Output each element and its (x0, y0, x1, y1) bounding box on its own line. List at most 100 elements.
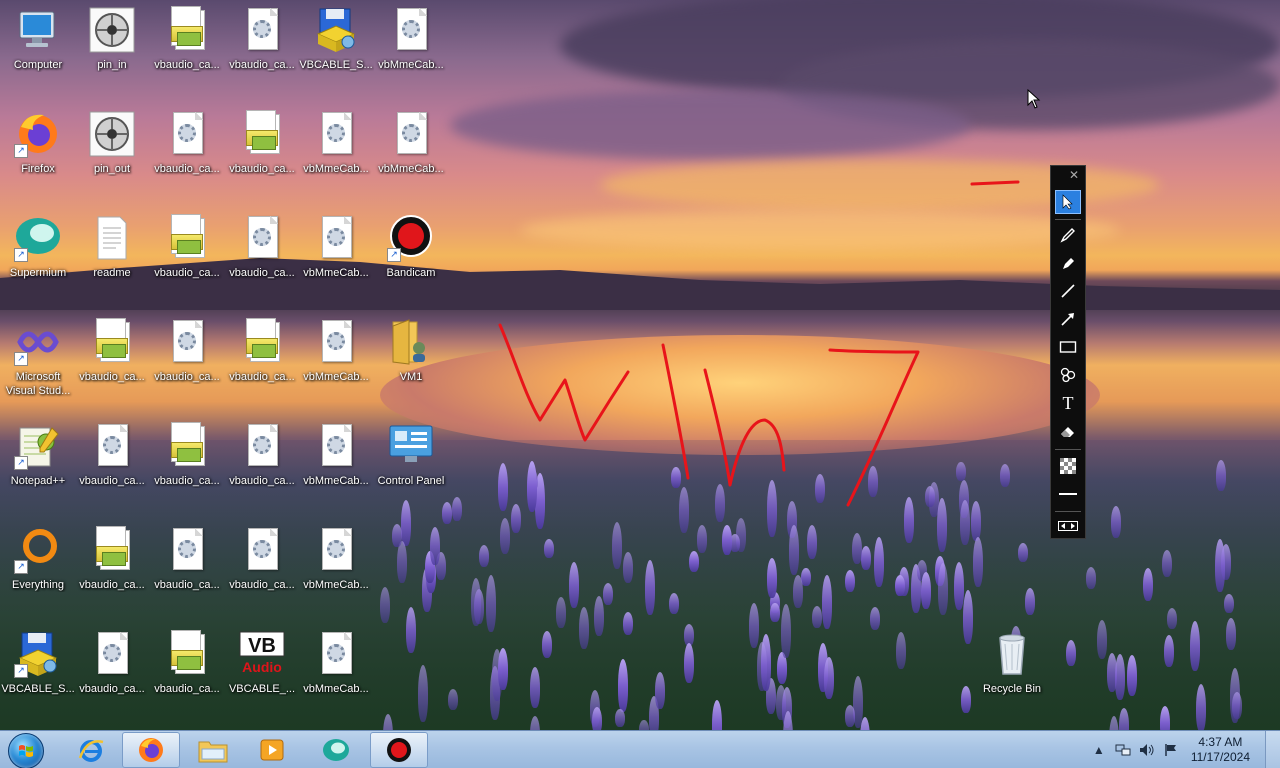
desktop-icon-vbaudio-ca[interactable]: vbaudio_ca... (149, 312, 225, 408)
desktop-icon-supermium[interactable]: ↗ Supermium (0, 208, 76, 304)
desktop-icon-vbcable-s[interactable]: ↗ VBCABLE_S... (0, 624, 76, 720)
start-button[interactable] (8, 733, 44, 768)
stack-icon (238, 110, 286, 158)
taskbar-firefox[interactable] (122, 732, 180, 768)
shortcut-arrow-icon: ↗ (14, 144, 28, 158)
eraser-icon[interactable] (1055, 419, 1081, 443)
computer-icon (14, 6, 62, 54)
desktop-icon-vbmmecab[interactable]: vbMmeCab... (373, 0, 449, 96)
system-tray: ▲ 4:37 AM 11/17/2024 (1091, 731, 1250, 768)
desktop-icon-vbaudio-ca[interactable]: vbaudio_ca... (149, 520, 225, 616)
desktop-icon-vbmmecab[interactable]: vbMmeCab... (298, 624, 374, 720)
arrow-icon[interactable] (1055, 307, 1081, 331)
shortcut-arrow-icon: ↗ (14, 560, 28, 574)
desktop-icon-label: Firefox (21, 163, 55, 175)
show-hidden-icons-icon[interactable]: ▲ (1091, 742, 1107, 758)
expand-icon[interactable] (1055, 514, 1081, 538)
desktop-icon-vbaudio-ca[interactable]: vbaudio_ca... (224, 104, 300, 200)
show-desktop-button[interactable] (1265, 731, 1280, 768)
desktop-icon-vbaudio-ca[interactable]: vbaudio_ca... (224, 520, 300, 616)
desktop-icon-vbmmecab[interactable]: vbMmeCab... (298, 104, 374, 200)
desktop-icon-label: vbaudio_ca... (154, 59, 220, 71)
gear-icon (238, 6, 286, 54)
desktop-icon-label: vbMmeCab... (303, 579, 369, 591)
desktop-icon-vbcable[interactable]: VB Audio VBCABLE_... (224, 624, 300, 720)
action-center-flag-icon[interactable] (1163, 742, 1179, 758)
taskbar-bandicam[interactable] (370, 732, 428, 768)
network-icon[interactable] (1115, 742, 1131, 758)
rectangle-icon[interactable] (1055, 335, 1081, 359)
desktop-icon-readme[interactable]: readme (74, 208, 150, 304)
taskbar-supermium[interactable] (307, 732, 365, 768)
reel-icon (88, 6, 136, 54)
desktop-icon-vbmmecab[interactable]: vbMmeCab... (373, 104, 449, 200)
desktop-icon-label: Bandicam (386, 267, 436, 279)
desktop-icon-pin-out[interactable]: pin_out (74, 104, 150, 200)
line-icon[interactable] (1055, 279, 1081, 303)
firefox-icon (139, 738, 163, 762)
desktop-icon-vbmmecab[interactable]: vbMmeCab... (298, 312, 374, 408)
desktop-icon-computer[interactable]: Computer (0, 0, 76, 96)
text-icon[interactable]: T (1055, 391, 1081, 415)
desktop-icon-vbmmecab[interactable]: vbMmeCab... (298, 416, 374, 512)
desktop-icon-vbmmecab[interactable]: vbMmeCab... (298, 520, 374, 616)
desktop-icon-label: pin_out (93, 163, 131, 175)
transparency-icon[interactable] (1055, 454, 1081, 478)
desktop-icon-vbaudio-ca[interactable]: vbaudio_ca... (224, 416, 300, 512)
volume-icon[interactable] (1139, 742, 1155, 758)
desktop-icon-vbaudio-ca[interactable]: vbaudio_ca... (149, 208, 225, 304)
shortcut-arrow-icon: ↗ (14, 456, 28, 470)
stamp-icon[interactable] (1055, 363, 1081, 387)
desktop-icon-label: Control Panel (377, 475, 445, 487)
desktop-icon-bandicam[interactable]: ↗ Bandicam (373, 208, 449, 304)
thickness-icon[interactable] (1055, 482, 1081, 506)
taskbar-clock[interactable]: 4:37 AM 11/17/2024 (1191, 735, 1250, 765)
desktop-icon-vbaudio-ca[interactable]: vbaudio_ca... (149, 0, 225, 96)
desktop-icon-everything[interactable]: ↗ Everything (0, 520, 76, 616)
desktop-icon-vbaudio-ca[interactable]: vbaudio_ca... (149, 104, 225, 200)
desktop-icon-label: vbaudio_ca... (229, 163, 295, 175)
desktop-icon-microsoft-visual-stud[interactable]: ↗ Microsoft Visual Stud... (0, 312, 76, 408)
desktop-icon-notepad[interactable]: ↗ Notepad++ (0, 416, 76, 512)
shortcut-arrow-icon: ↗ (14, 248, 28, 262)
taskbar-internet-explorer[interactable] (62, 732, 120, 768)
desktop-icon-vbaudio-ca[interactable]: vbaudio_ca... (224, 0, 300, 96)
stack-icon (163, 630, 211, 678)
taskbar: ▲ 4:37 AM 11/17/2024 (0, 730, 1280, 768)
gear-icon (312, 318, 360, 366)
close-icon[interactable]: ✕ (1067, 168, 1081, 182)
controlpanel-icon (387, 422, 435, 470)
desktop-icon-vm1[interactable]: VM1 (373, 312, 449, 408)
desktop-icon-vbaudio-ca[interactable]: vbaudio_ca... (74, 520, 150, 616)
desktop-icon-vbaudio-ca[interactable]: vbaudio_ca... (149, 416, 225, 512)
gear-icon (238, 526, 286, 574)
pointer-icon[interactable] (1055, 190, 1081, 214)
highlighter-icon[interactable] (1055, 251, 1081, 275)
desktop-icon-label: vbaudio_ca... (154, 371, 220, 383)
gear-icon (387, 110, 435, 158)
desktop-icon-label: vbaudio_ca... (79, 579, 145, 591)
gear-icon (312, 526, 360, 574)
desktop-icon-vbaudio-ca[interactable]: vbaudio_ca... (74, 312, 150, 408)
desktop-icon-firefox[interactable]: ↗ Firefox (0, 104, 76, 200)
desktop-icon-label: Notepad++ (10, 475, 66, 487)
desktop-icon-vbaudio-ca[interactable]: vbaudio_ca... (224, 312, 300, 408)
desktop-icon-vbaudio-ca[interactable]: vbaudio_ca... (74, 416, 150, 512)
mouse-cursor-icon (1027, 89, 1041, 109)
desktop-icon-pin-in[interactable]: pin_in (74, 0, 150, 96)
gear-icon (238, 214, 286, 262)
desktop-icon-label: vbaudio_ca... (79, 371, 145, 383)
recycle-bin-icon[interactable]: Recycle Bin (974, 624, 1050, 720)
desktop-icon-vbmmecab[interactable]: vbMmeCab... (298, 208, 374, 304)
desktop-icon-control-panel[interactable]: Control Panel (373, 416, 449, 512)
desktop-icon-vbaudio-ca[interactable]: vbaudio_ca... (149, 624, 225, 720)
pen-icon[interactable] (1055, 223, 1081, 247)
desktop-icon-vbcable-s[interactable]: VBCABLE_S... (298, 0, 374, 96)
shortcut-arrow-icon: ↗ (14, 664, 28, 678)
desktop-icon-vbaudio-ca[interactable]: vbaudio_ca... (74, 624, 150, 720)
desktop-icon-label: vbMmeCab... (378, 163, 444, 175)
taskbar-media-player[interactable] (243, 732, 301, 768)
taskbar-explorer[interactable] (184, 732, 242, 768)
desktop-icon-vbaudio-ca[interactable]: vbaudio_ca... (224, 208, 300, 304)
stack-icon (163, 422, 211, 470)
